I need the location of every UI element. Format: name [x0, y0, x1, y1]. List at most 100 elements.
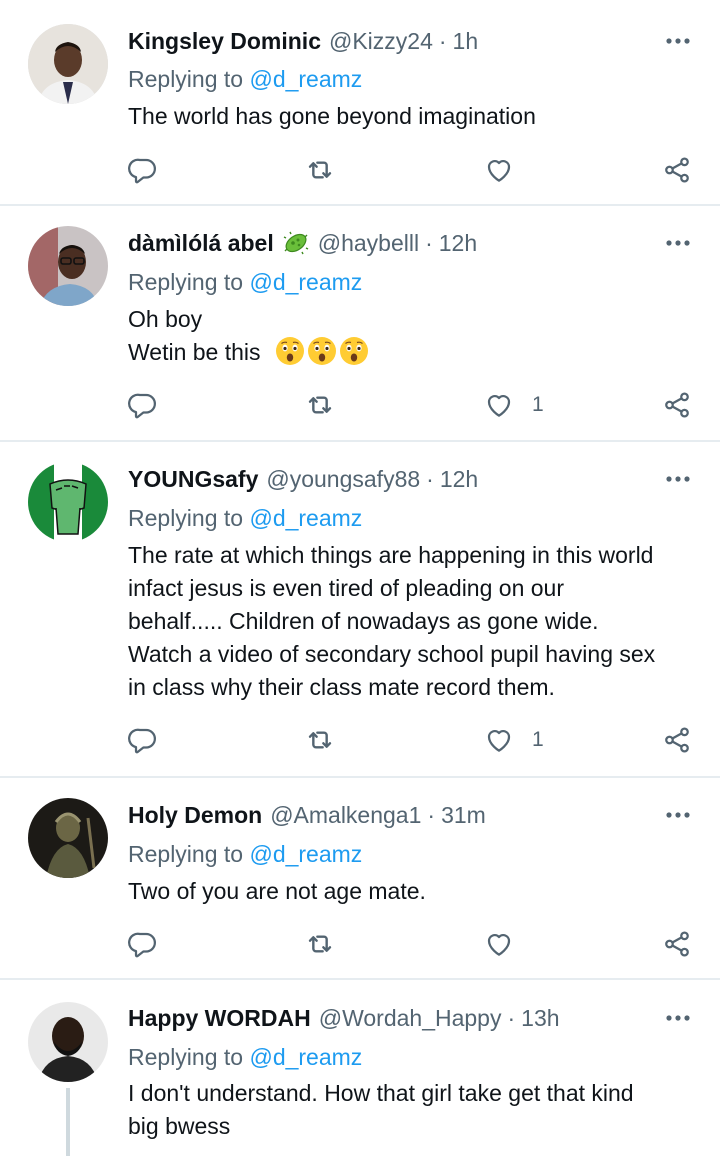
tweet-actions	[128, 150, 694, 190]
tweet-text: The rate at which things are happening i…	[128, 539, 698, 704]
replying-to: Replying to @d_reamz	[128, 269, 362, 296]
tweet-actions: 1	[128, 720, 694, 760]
tweet-2[interactable]: dàmìlólá abel @haybelll · 12h Replying t…	[0, 206, 720, 442]
tweet-text: Oh boy Wetin be this	[128, 303, 698, 369]
separator: ·	[426, 465, 434, 492]
like-button[interactable]: 1	[484, 720, 544, 760]
retweet-button[interactable]	[304, 385, 336, 425]
more-options-icon[interactable]	[664, 231, 692, 255]
reply-mention-link[interactable]: @d_reamz	[249, 1044, 362, 1070]
display-name[interactable]: Happy WORDAH	[128, 1005, 311, 1032]
more-options-icon[interactable]	[664, 29, 692, 53]
reply-button[interactable]	[128, 385, 158, 425]
retweet-icon	[304, 389, 336, 421]
reply-mention-link[interactable]: @d_reamz	[249, 841, 362, 867]
text-line: I don't understand. How that girl take g…	[128, 1080, 634, 1106]
like-button[interactable]	[484, 150, 514, 190]
text-line: Two of you are not age mate.	[128, 878, 426, 904]
retweet-button[interactable]	[304, 924, 336, 964]
tweet-actions	[128, 924, 694, 964]
text-line-content: Wetin be this	[128, 339, 261, 365]
display-name[interactable]: Holy Demon	[128, 802, 262, 829]
user-handle[interactable]: @youngsafy88	[266, 466, 420, 493]
timestamp[interactable]: 12h	[440, 466, 478, 493]
timestamp[interactable]: 12h	[439, 230, 477, 257]
separator: ·	[427, 801, 436, 828]
share-button[interactable]	[662, 385, 692, 425]
like-count: 1	[532, 728, 544, 751]
retweet-icon	[304, 154, 336, 186]
replying-to-label: Replying to	[128, 505, 244, 531]
replying-to-label: Replying to	[128, 841, 244, 867]
reply-icon	[128, 155, 158, 185]
timestamp[interactable]: 13h	[521, 1005, 559, 1032]
astonished-face-emoji-icon	[275, 336, 305, 366]
reply-feed: Kingsley Dominic @Kizzy24 · 1h Replying …	[0, 0, 720, 1156]
heart-icon	[484, 155, 514, 185]
user-handle[interactable]: @Kizzy24	[329, 28, 433, 55]
replying-to: Replying to @d_reamz	[128, 505, 362, 532]
retweet-button[interactable]	[304, 720, 336, 760]
heart-icon	[484, 390, 514, 420]
share-button[interactable]	[662, 924, 692, 964]
reply-button[interactable]	[128, 720, 158, 760]
avatar[interactable]	[28, 462, 108, 542]
more-options-icon[interactable]	[664, 467, 692, 491]
reply-mention-link[interactable]: @d_reamz	[249, 66, 362, 92]
more-options-icon[interactable]	[664, 803, 692, 827]
astonished-face-emoji-icon	[307, 336, 337, 366]
replying-to-label: Replying to	[128, 269, 244, 295]
tweet-4[interactable]: Holy Demon @Amalkenga1 · 31m Replying to…	[0, 778, 720, 980]
reply-icon	[128, 929, 158, 959]
retweet-button[interactable]	[304, 150, 336, 190]
tweet-header: dàmìlólá abel @haybelll · 12h	[128, 226, 477, 260]
separator: ·	[438, 27, 447, 54]
tweet-header: YOUNGsafy @youngsafy88 · 12h	[128, 462, 478, 496]
display-name[interactable]: dàmìlólá abel	[128, 230, 274, 257]
display-name[interactable]: Kingsley Dominic	[128, 28, 321, 55]
more-options-icon[interactable]	[664, 1006, 692, 1030]
reply-mention-link[interactable]: @d_reamz	[249, 505, 362, 531]
text-line: Oh boy	[128, 306, 203, 332]
text-line: infact jesus is even tired of pleading o…	[128, 575, 564, 601]
reply-button[interactable]	[128, 150, 158, 190]
tweet-actions: 1	[128, 385, 694, 425]
avatar[interactable]	[28, 1002, 108, 1082]
text-line: behalf..... Children of nowadays as gone…	[128, 608, 599, 634]
share-button[interactable]	[662, 150, 692, 190]
text-line: The rate at which things are happening i…	[128, 542, 654, 568]
display-name[interactable]: YOUNGsafy	[128, 466, 258, 493]
retweet-icon	[304, 724, 336, 756]
reply-icon	[128, 390, 158, 420]
separator: ·	[507, 1004, 516, 1031]
avatar[interactable]	[28, 24, 108, 104]
user-handle[interactable]: @Wordah_Happy	[319, 1005, 502, 1032]
timestamp[interactable]: 31m	[441, 802, 486, 829]
text-line: big bwess	[128, 1113, 231, 1139]
user-handle[interactable]: @Amalkenga1	[270, 802, 421, 829]
tweet-text: I don't understand. How that girl take g…	[128, 1077, 698, 1143]
heart-icon	[484, 725, 514, 755]
tweet-1[interactable]: Kingsley Dominic @Kizzy24 · 1h Replying …	[0, 0, 720, 206]
tweet-5[interactable]: Happy WORDAH @Wordah_Happy · 13h Replyin…	[0, 980, 720, 1156]
avatar[interactable]	[28, 226, 108, 306]
reply-button[interactable]	[128, 924, 158, 964]
thread-line	[66, 1088, 70, 1156]
share-icon	[662, 155, 692, 185]
text-line: in class why their class mate record the…	[128, 674, 555, 700]
like-button[interactable]: 1	[484, 385, 544, 425]
avatar[interactable]	[28, 798, 108, 878]
astonished-face-emoji-icon	[339, 336, 369, 366]
replying-to-label: Replying to	[128, 1044, 244, 1070]
user-handle[interactable]: @haybelll	[318, 230, 419, 257]
tweet-header: Holy Demon @Amalkenga1 · 31m	[128, 798, 486, 832]
share-button[interactable]	[662, 720, 692, 760]
text-line: Wetin be this	[128, 336, 698, 369]
reply-icon	[128, 725, 158, 755]
timestamp[interactable]: 1h	[453, 28, 479, 55]
replying-to: Replying to @d_reamz	[128, 841, 362, 868]
like-button[interactable]	[484, 924, 514, 964]
tweet-3[interactable]: YOUNGsafy @youngsafy88 · 12h Replying to…	[0, 442, 720, 778]
reply-mention-link[interactable]: @d_reamz	[249, 269, 362, 295]
tweet-header: Happy WORDAH @Wordah_Happy · 13h	[128, 1001, 560, 1035]
